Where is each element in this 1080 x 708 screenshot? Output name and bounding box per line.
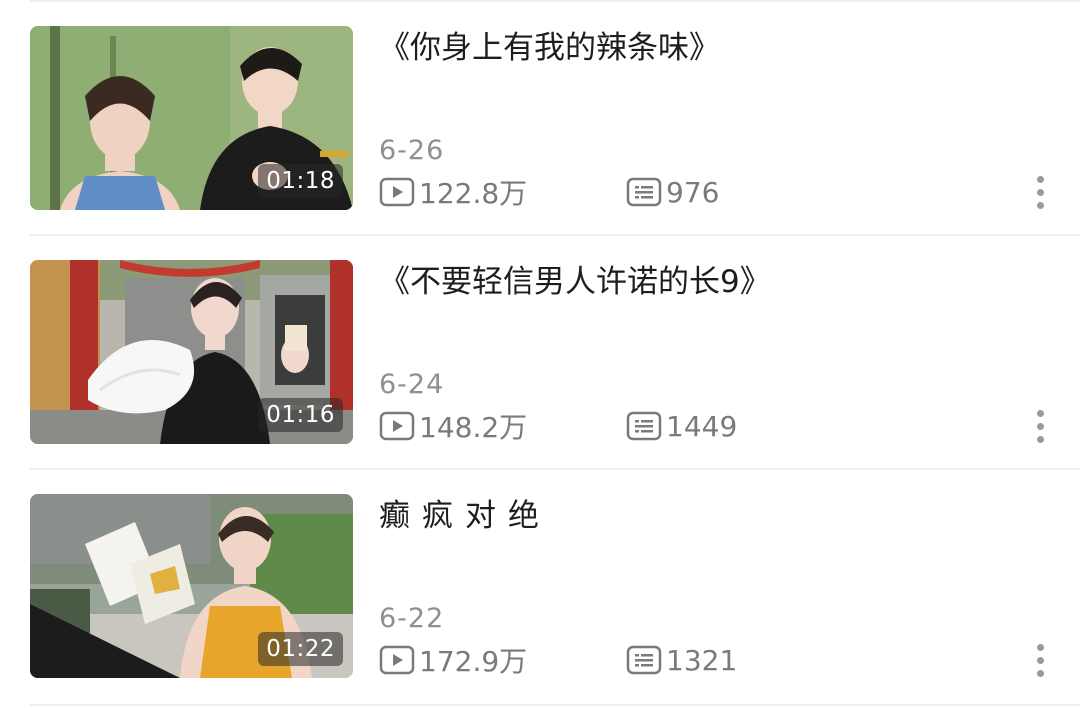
play-count-icon: [379, 177, 415, 207]
comment-count: 1449: [626, 406, 737, 446]
play-count: 122.8万: [379, 172, 527, 212]
video-title[interactable]: 癫疯对绝: [379, 494, 1019, 538]
comment-count-value: 1449: [666, 409, 738, 443]
play-count-value: 172.9万: [419, 645, 528, 678]
danmaku-comment-icon: [626, 645, 662, 675]
video-duration: 01:22: [258, 632, 343, 666]
publish-date: 6-26: [379, 135, 445, 166]
play-count-value: 122.8万: [419, 177, 528, 210]
comment-count-value: 1321: [666, 643, 738, 677]
video-item[interactable]: 01:18 《你身上有我的辣条味》 6-26 122.8万 976: [0, 0, 1080, 234]
video-thumbnail[interactable]: 01:22: [30, 494, 353, 678]
comment-count-value: 976: [666, 175, 720, 209]
play-count-value: 148.2万: [419, 411, 528, 444]
play-count-icon: [379, 411, 415, 441]
publish-date: 6-22: [379, 603, 445, 634]
video-duration: 01:16: [258, 398, 343, 432]
play-count: 148.2万: [379, 406, 527, 446]
video-title[interactable]: 《你身上有我的辣条味》: [379, 26, 1019, 70]
video-title[interactable]: 《不要轻信男人许诺的长9》: [379, 260, 1019, 304]
play-count-icon: [379, 645, 415, 675]
more-vertical-icon[interactable]: [1026, 406, 1054, 446]
danmaku-comment-icon: [626, 411, 662, 441]
publish-date: 6-24: [379, 369, 445, 400]
video-thumbnail[interactable]: 01:18: [30, 26, 353, 210]
play-count: 172.9万: [379, 640, 527, 680]
comment-count: 1321: [626, 640, 737, 680]
comment-count: 976: [626, 172, 719, 212]
video-thumbnail[interactable]: 01:16: [30, 260, 353, 444]
danmaku-comment-icon: [626, 177, 662, 207]
video-list: 01:18 《你身上有我的辣条味》 6-26 122.8万 976 01:16 …: [0, 0, 1080, 708]
more-vertical-icon[interactable]: [1026, 172, 1054, 212]
more-vertical-icon[interactable]: [1026, 640, 1054, 680]
video-item[interactable]: 01:16 《不要轻信男人许诺的长9》 6-24 148.2万 1449: [0, 234, 1080, 468]
divider: [30, 704, 1080, 706]
video-duration: 01:18: [258, 164, 343, 198]
video-item[interactable]: 01:22 癫疯对绝 6-22 172.9万 1321: [0, 468, 1080, 702]
